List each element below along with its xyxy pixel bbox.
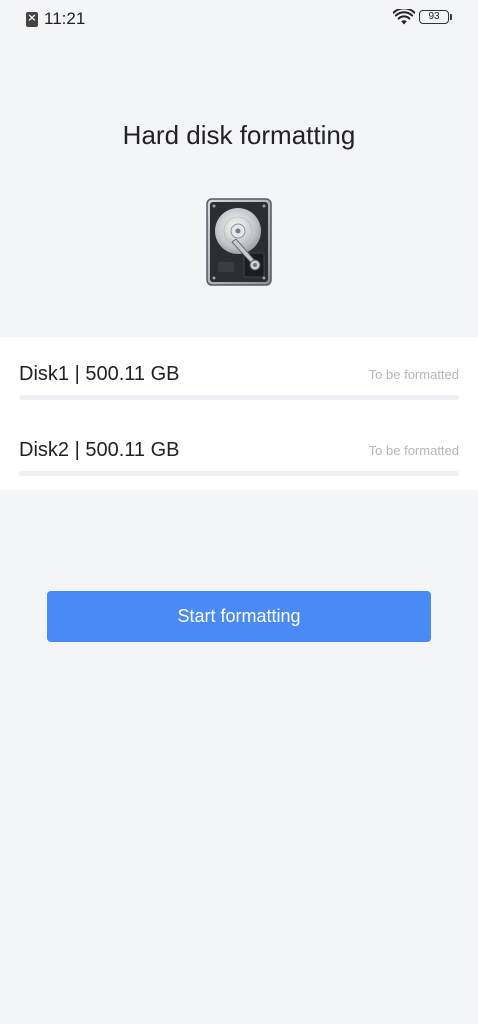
disk-label: Disk2 | 500.11 GB <box>19 439 180 461</box>
status-left: 11:21 <box>26 9 85 29</box>
wifi-icon <box>393 9 415 25</box>
hard-disk-icon <box>206 198 272 286</box>
disk-progress-bar <box>19 395 459 400</box>
disk-label: Disk1 | 500.11 GB <box>19 363 180 385</box>
disk-row-1[interactable]: Disk1 | 500.11 GB To be formatted <box>19 363 459 403</box>
start-formatting-button[interactable]: Start formatting <box>47 591 431 642</box>
disk-status: To be formatted <box>368 367 459 382</box>
battery-level: 93 <box>428 11 440 22</box>
sim-off-icon <box>26 11 38 27</box>
disk-status: To be formatted <box>368 443 459 458</box>
status-right: 93 <box>393 9 452 25</box>
battery-icon: 93 <box>419 10 449 24</box>
status-bar: 11:21 93 <box>0 0 478 40</box>
battery-tip <box>450 14 452 20</box>
page-title: Hard disk formatting <box>122 120 356 150</box>
clock: 11:21 <box>44 9 86 28</box>
disk-row-2[interactable]: Disk2 | 500.11 GB To be formatted <box>19 439 459 479</box>
disk-progress-bar <box>19 471 459 476</box>
disk-list: Disk1 | 500.11 GB To be formatted Disk2 … <box>0 337 478 490</box>
